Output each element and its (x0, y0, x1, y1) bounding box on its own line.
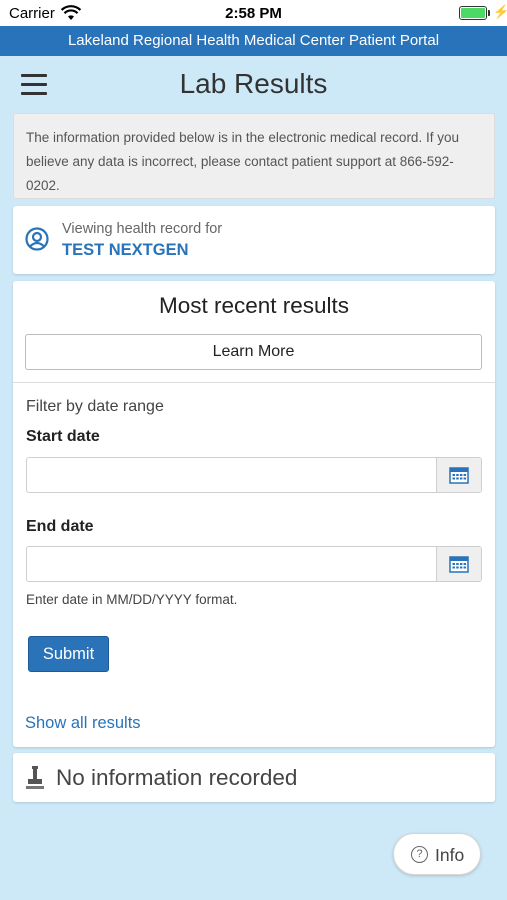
filter-label: Filter by date range (26, 398, 164, 415)
calendar-icon (449, 467, 469, 484)
page-title: Lab Results (179, 68, 328, 99)
record-notice: The information provided below is in the… (13, 113, 495, 199)
info-button[interactable]: ? Info (393, 833, 481, 875)
start-date-label: Start date (26, 428, 100, 445)
user-circle-icon (25, 227, 49, 251)
health-record-card: Viewing health record for TEST NEXTGEN (13, 206, 495, 274)
end-date-input[interactable] (26, 546, 482, 582)
status-time: 2:58 PM (225, 5, 282, 22)
show-all-results-link[interactable]: Show all results (25, 714, 141, 733)
record-label: Viewing health record for (62, 221, 223, 237)
battery-tip (488, 10, 490, 16)
calendar-icon (449, 556, 469, 573)
battery-icon (459, 6, 487, 20)
divider (13, 382, 495, 383)
results-card: Most recent results Learn More Filter by… (13, 281, 495, 747)
no-information-text: No information recorded (56, 765, 298, 790)
info-label: Info (435, 845, 465, 865)
patient-name: TEST NEXTGEN (62, 241, 189, 259)
stamp-icon (26, 766, 44, 789)
portal-banner: Lakeland Regional Health Medical Center … (0, 26, 507, 56)
battery-level (461, 8, 485, 18)
end-date-calendar-button[interactable] (436, 547, 481, 581)
start-date-calendar-button[interactable] (436, 458, 481, 492)
start-date-input[interactable] (26, 457, 482, 493)
question-circle-icon: ? (411, 846, 428, 863)
date-format-hint: Enter date in MM/DD/YYYY format. (26, 592, 238, 607)
page-header: Lab Results (0, 56, 507, 112)
no-information-card: No information recorded (13, 753, 495, 802)
charging-bolt-icon: ⚡ (493, 4, 507, 19)
submit-button[interactable]: Submit (28, 636, 109, 672)
status-bar: Carrier 2:58 PM ⚡ (0, 0, 507, 26)
results-title: Most recent results (158, 293, 350, 318)
end-date-label: End date (26, 518, 94, 535)
learn-more-button[interactable]: Learn More (25, 334, 482, 370)
